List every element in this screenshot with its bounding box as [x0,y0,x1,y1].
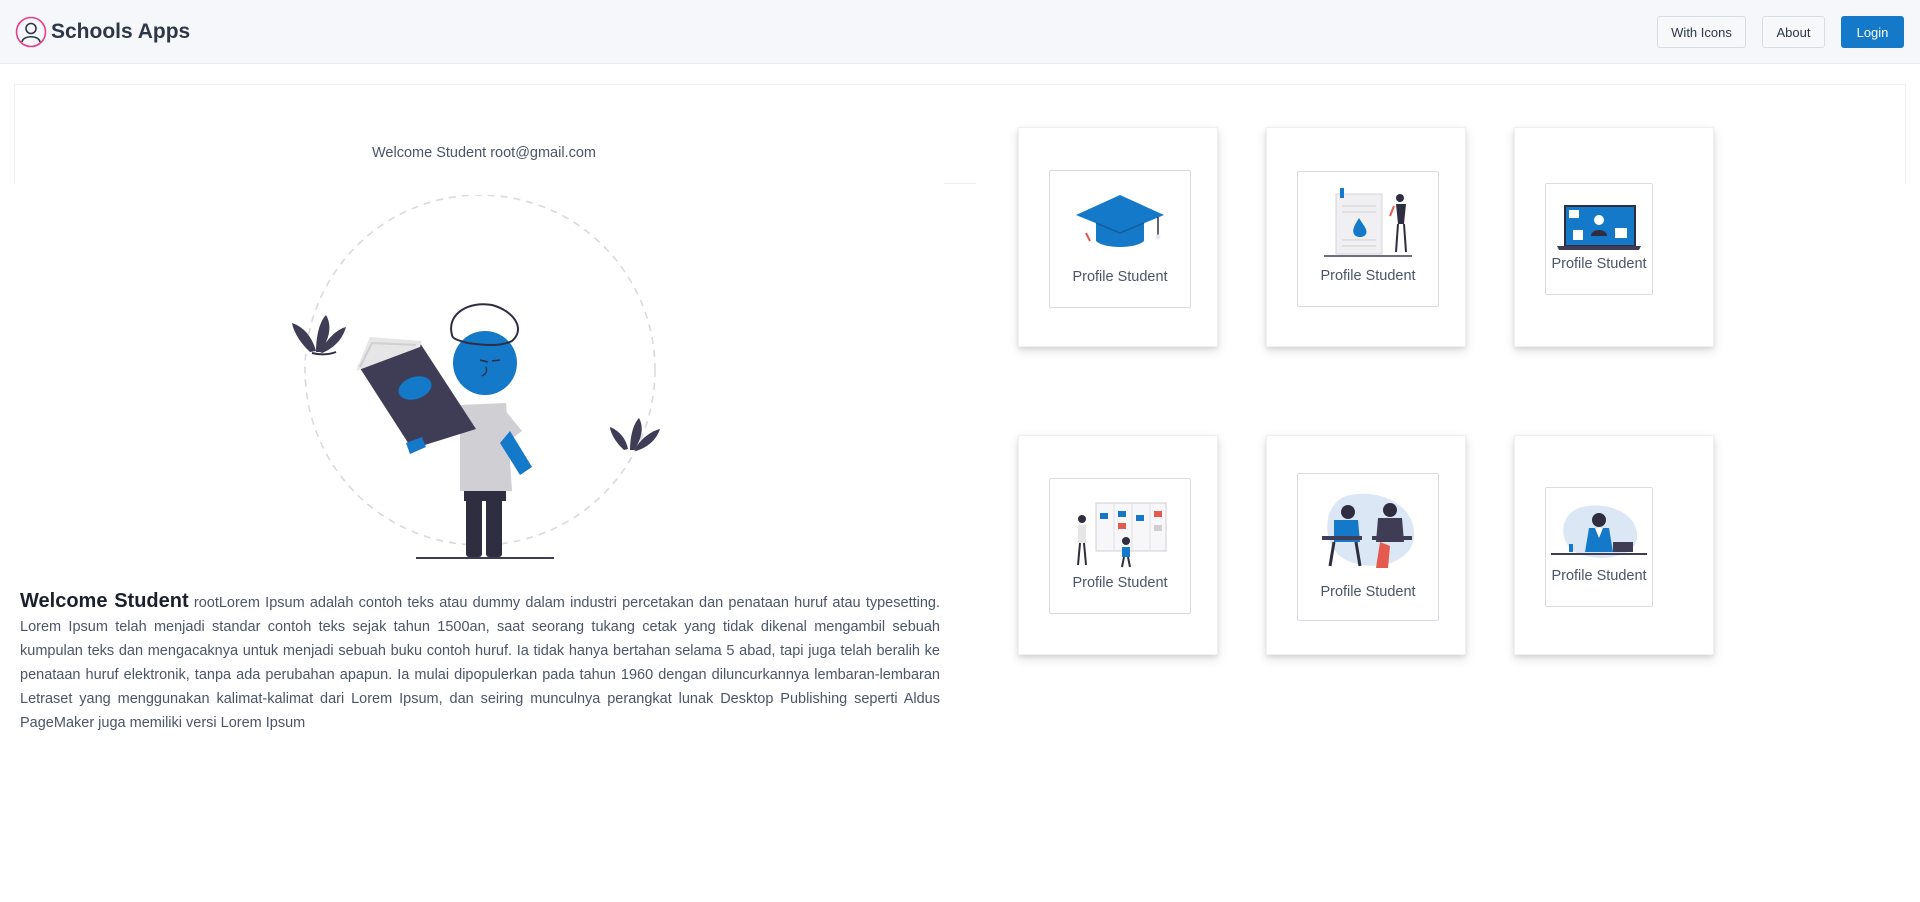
welcome-greeting: Welcome Student root@gmail.com [372,145,596,161]
profile-card-inner[interactable]: Profile Student [1297,473,1439,621]
profile-card-inner[interactable]: Profile Student [1545,183,1653,295]
brand[interactable]: Schools Apps [15,16,190,48]
online-class-icon [1557,205,1641,250]
app-title: Schools Apps [51,20,191,43]
profile-card[interactable]: Profile Student [1514,435,1714,655]
divider [944,183,976,184]
kanban-board-icon [1077,502,1167,568]
graduation-cap-icon [1076,195,1164,247]
login-button[interactable]: Login [1841,16,1904,48]
profile-card[interactable]: Profile Student [1018,127,1218,347]
flower-right-icon [610,418,660,451]
profile-card-inner[interactable]: Profile Student [1049,478,1191,614]
flower-left-icon [292,315,346,356]
profile-card-label: Profile Student [1072,269,1168,285]
with-icons-button[interactable]: With Icons [1657,16,1746,48]
user-circle-icon [15,16,47,48]
intro-paragraph: Welcome Student rootLorem Ipsum adalah c… [20,589,940,735]
profile-card-label: Profile Student [1551,256,1647,272]
profile-card-label: Profile Student [1320,268,1416,284]
profile-card-label: Profile Student [1072,575,1168,591]
profile-card[interactable]: Profile Student [1266,127,1466,347]
profile-card[interactable]: Profile Student [1514,127,1714,347]
document-person-icon [1324,188,1412,257]
profile-card-label: Profile Student [1551,568,1647,584]
students-studying-icon [1322,493,1415,568]
profile-card-inner[interactable]: Profile Student [1297,171,1439,307]
intro-body: rootLorem Ipsum adalah contoh teks atau … [20,595,940,731]
intro-title: Welcome Student [20,590,189,612]
profile-card-label: Profile Student [1320,584,1416,600]
laptop-student-icon [1551,505,1647,558]
reading-student-illustration [292,195,660,559]
profile-card[interactable]: Profile Student [1266,435,1466,655]
profile-card-inner[interactable]: Profile Student [1049,170,1191,308]
profile-card-inner[interactable]: Profile Student [1545,487,1653,607]
about-button[interactable]: About [1762,16,1825,48]
navbar: Schools Apps With Icons About Login [0,0,1920,64]
profile-card[interactable]: Profile Student [1018,435,1218,655]
